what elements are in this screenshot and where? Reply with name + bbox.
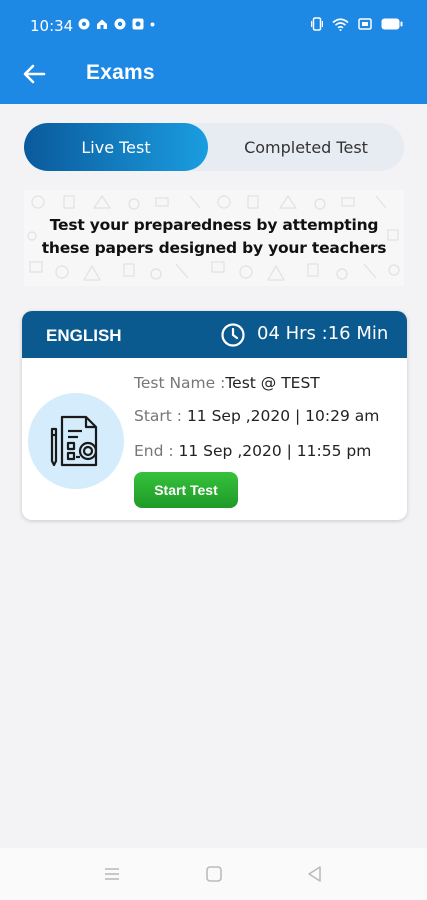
status-time: 10:34 — [30, 17, 74, 35]
time-remaining: 04 Hrs :16 Min — [257, 323, 389, 344]
end-time-row: End : 11 Sep ,2020 | 11:55 pm — [134, 442, 371, 460]
end-value: 11 Sep ,2020 | 11:55 pm — [173, 442, 372, 460]
status-notification-icons — [78, 18, 155, 30]
top-bar: 10:34 Exams — [0, 0, 427, 104]
banner-line-1: Test your preparedness by attempting — [49, 216, 379, 234]
banner-text: Test your preparedness by attempting the… — [24, 214, 404, 260]
start-test-button[interactable]: Start Test — [134, 472, 238, 508]
app-bar: Exams — [0, 52, 427, 104]
battery-icon — [381, 18, 403, 30]
back-arrow-icon[interactable] — [20, 60, 48, 88]
test-name-label: Test Name : — [134, 374, 226, 392]
start-label: Start : — [134, 407, 183, 425]
recents-menu-icon[interactable] — [103, 865, 121, 883]
test-type-toggle: Live Test Completed Test — [24, 123, 404, 171]
app-icon — [132, 18, 144, 30]
page-title: Exams — [86, 61, 155, 84]
cast-icon — [358, 17, 372, 30]
tab-live-test[interactable]: Live Test — [24, 123, 208, 171]
banner-line-2: these papers designed by your teachers — [41, 239, 387, 257]
exam-card-header: ENGLISH 04 Hrs :16 Min — [22, 311, 407, 358]
chrome-icon — [78, 18, 90, 30]
home-icon — [97, 19, 107, 29]
exam-card: ENGLISH 04 Hrs :16 Min Test Name:Test @… — [22, 311, 407, 520]
exam-document-avatar — [28, 393, 124, 489]
system-nav-bar — [0, 848, 427, 900]
more-dot-icon — [150, 22, 155, 26]
wifi-icon — [332, 17, 349, 31]
start-time-row: Start : 11 Sep ,2020 | 10:29 am — [134, 407, 379, 425]
end-label: End : — [134, 442, 174, 460]
clock-icon — [221, 323, 245, 347]
status-system-icons — [311, 17, 403, 31]
status-bar: 10:34 — [0, 0, 427, 52]
vibrate-icon — [311, 17, 323, 31]
settings-icon — [114, 18, 126, 30]
document-icon — [50, 415, 98, 467]
back-triangle-icon[interactable] — [306, 865, 324, 883]
tab-completed-test[interactable]: Completed Test — [208, 123, 404, 171]
exam-subject: ENGLISH — [46, 326, 122, 345]
home-square-icon[interactable] — [205, 865, 223, 883]
test-name-row: Test Name :Test @ TEST — [134, 374, 320, 392]
start-value: 11 Sep ,2020 | 10:29 am — [182, 407, 380, 425]
info-banner: Test your preparedness by attempting the… — [24, 190, 404, 286]
test-name-value: Test @ TEST — [225, 374, 320, 392]
